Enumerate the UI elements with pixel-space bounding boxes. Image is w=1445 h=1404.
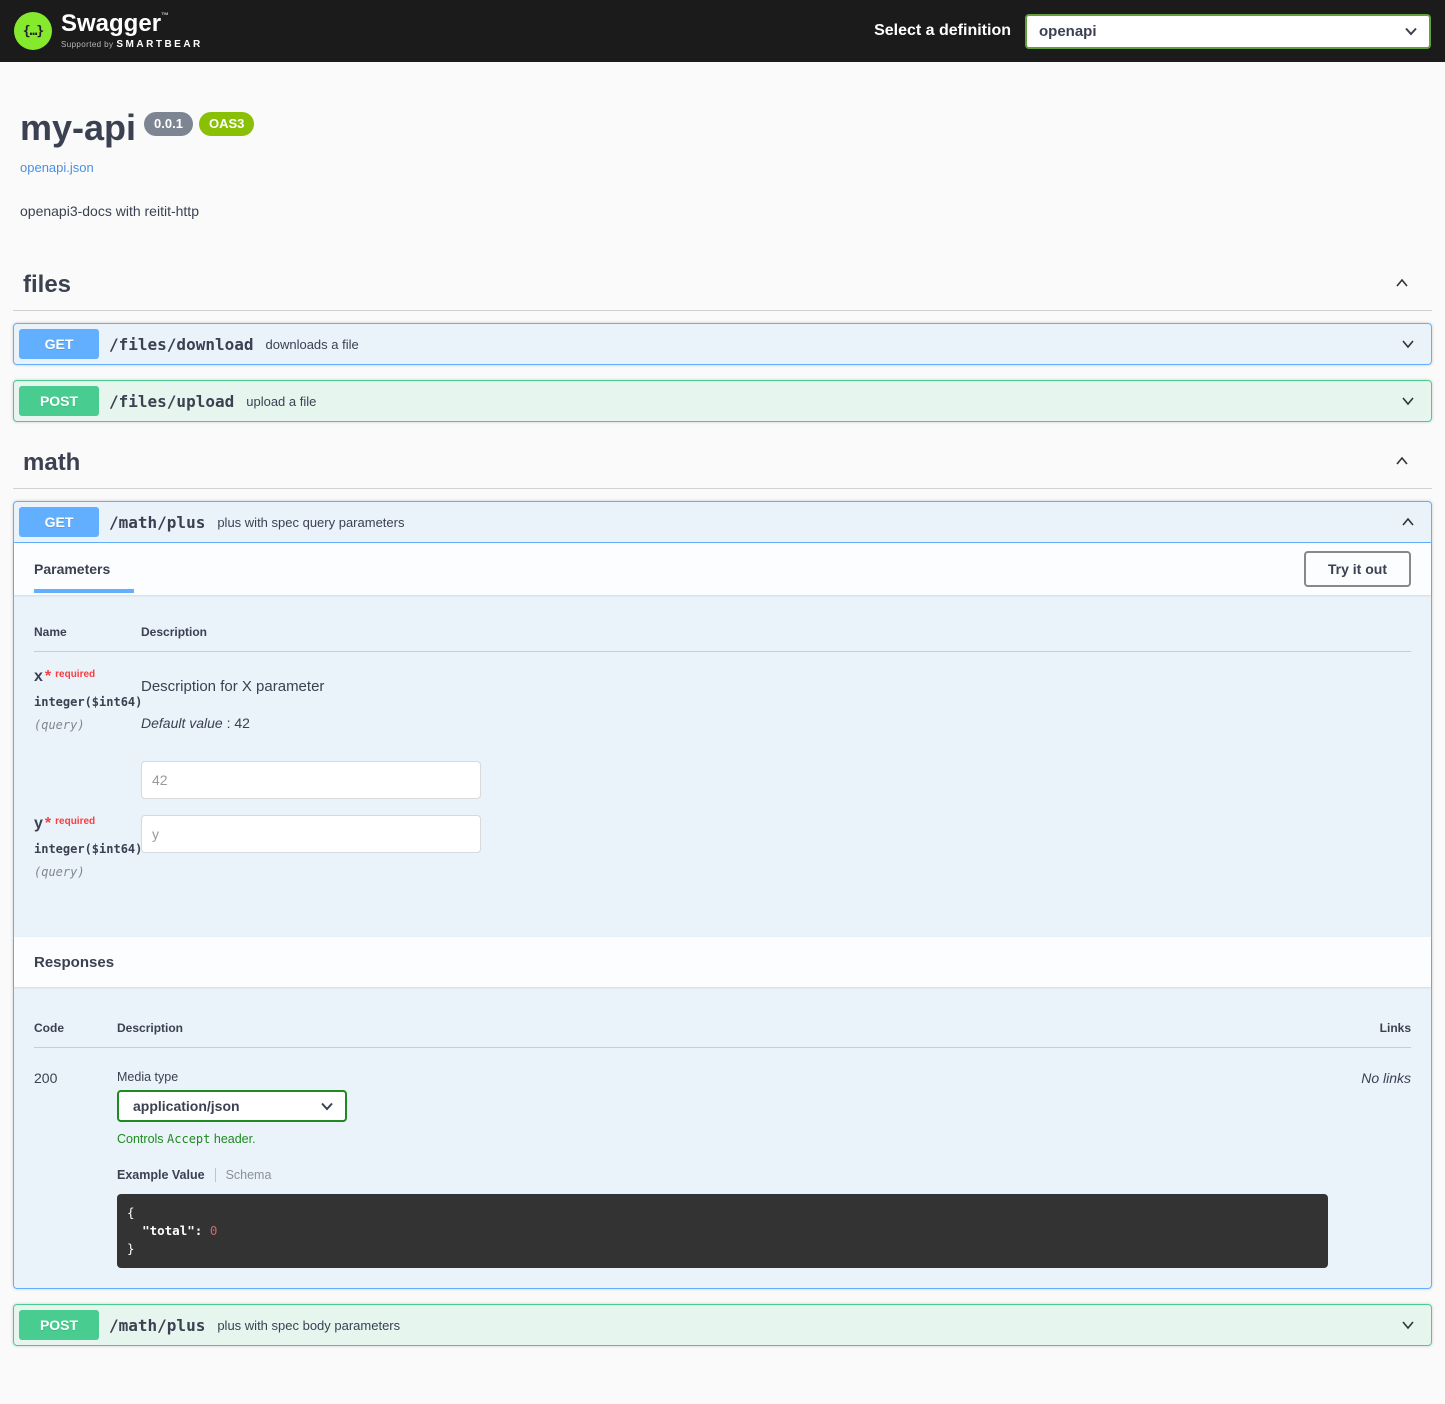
name-column-header: Name [34, 625, 141, 639]
parameter-row-y: y*required integer($int64) (query) [34, 799, 1411, 879]
operation-summary-text: downloads a file [266, 337, 359, 352]
method-badge-get: GET [19, 329, 99, 359]
tab-example-value[interactable]: Example Value [117, 1168, 216, 1182]
tag-section-files: files GET /files/download downloads a fi… [13, 259, 1432, 422]
chevron-up-icon [1392, 451, 1412, 474]
tag-title: math [23, 449, 80, 477]
tag-header-files[interactable]: files [13, 259, 1432, 311]
parameters-container: Name Description x*required integer($int… [14, 595, 1431, 937]
response-code: 200 [34, 1070, 117, 1268]
media-type-select[interactable]: application/json [117, 1090, 347, 1122]
description-column-header: Description [117, 1021, 1328, 1035]
chevron-down-icon[interactable] [1390, 334, 1426, 354]
operation-path-link[interactable]: /files/upload [109, 392, 234, 411]
tag-section-math: math GET /math/plus plus with spec query… [13, 437, 1432, 1346]
description-column-header: Description [141, 625, 1411, 639]
select-definition-label: Select a definition [874, 22, 1011, 40]
code-column-header: Code [34, 1021, 117, 1035]
responses-table-header: Code Description Links [34, 1007, 1411, 1048]
collapse-section-button[interactable] [1382, 447, 1422, 478]
chevron-down-icon[interactable] [1390, 1315, 1426, 1335]
parameters-section-header: Parameters Try it out [14, 543, 1431, 595]
links-column-header: Links [1328, 1021, 1411, 1035]
parameter-row-x: x*required integer($int64) (query) Descr… [34, 652, 1411, 799]
operation-summary[interactable]: GET /math/plus plus with spec query para… [14, 502, 1431, 543]
operation-path-link[interactable]: /files/download [109, 335, 254, 354]
topbar: {…} Swagger™ Supported bySMARTBEAR Selec… [0, 0, 1445, 62]
model-example-tabs: Example Value Schema [117, 1168, 1328, 1182]
operation-summary-text: plus with spec body parameters [217, 1318, 400, 1333]
opblock-get-files-download: GET /files/download downloads a file [13, 323, 1432, 365]
swagger-logo-text: Swagger™ [61, 12, 203, 36]
parameter-location: (query) [34, 865, 141, 879]
opblock-get-math-plus: GET /math/plus plus with spec query para… [13, 501, 1432, 1289]
try-it-out-button[interactable]: Try it out [1304, 551, 1411, 587]
parameter-y-input[interactable] [141, 815, 481, 853]
operation-summary[interactable]: POST /files/upload upload a file [14, 381, 1431, 421]
smartbear-tagline: Supported bySMARTBEAR [61, 39, 203, 50]
operation-summary[interactable]: GET /files/download downloads a file [14, 324, 1431, 364]
response-row-200: 200 Media type application/json [34, 1048, 1411, 1268]
spec-url-link[interactable]: openapi.json [20, 160, 94, 175]
required-asterisk: * [45, 668, 51, 685]
definition-selector: Select a definition openapi [874, 14, 1431, 49]
controls-accept-header-note: Controls Accept header. [117, 1132, 1328, 1146]
tab-parameters: Parameters [34, 561, 110, 577]
required-asterisk: * [45, 815, 51, 832]
chevron-down-icon[interactable] [1390, 391, 1426, 411]
responses-container: Code Description Links 200 Media type ap… [14, 987, 1431, 1288]
response-links: No links [1328, 1070, 1411, 1268]
required-label: required [55, 816, 95, 827]
api-info: my-api 0.0.1 OAS3 openapi.json openapi3-… [20, 110, 1425, 219]
chevron-up-icon [1392, 273, 1412, 296]
swagger-logo[interactable]: {…} Swagger™ Supported bySMARTBEAR [14, 12, 203, 50]
parameter-location: (query) [34, 718, 141, 732]
collapse-section-button[interactable] [1382, 269, 1422, 300]
definition-select[interactable]: openapi [1025, 14, 1431, 49]
operation-summary-text: plus with spec query parameters [217, 515, 404, 530]
operation-summary[interactable]: POST /math/plus plus with spec body para… [14, 1305, 1431, 1345]
parameter-type: integer($int64) [34, 695, 141, 709]
responses-section-header: Responses [14, 937, 1431, 987]
tag-title: files [23, 271, 71, 299]
parameter-description: Description for X parameter [141, 678, 1411, 695]
page-title: my-api 0.0.1 OAS3 [20, 110, 1425, 146]
trademark-mark: ™ [161, 11, 169, 20]
parameter-default-value: Default value : 42 [141, 715, 1411, 731]
method-badge-post: POST [19, 386, 99, 416]
chevron-up-icon[interactable] [1390, 512, 1426, 532]
parameter-type: integer($int64) [34, 842, 141, 856]
version-badge: 0.0.1 [144, 112, 193, 136]
operation-summary-text: upload a file [246, 394, 316, 409]
parameter-name: y*required [34, 815, 141, 833]
parameters-table-header: Name Description [34, 617, 1411, 652]
opblock-post-files-upload: POST /files/upload upload a file [13, 380, 1432, 422]
tab-schema[interactable]: Schema [216, 1168, 272, 1182]
required-label: required [55, 669, 95, 680]
oas3-badge: OAS3 [199, 112, 254, 136]
operation-path-link[interactable]: /math/plus [109, 1316, 205, 1335]
opblock-post-math-plus: POST /math/plus plus with spec body para… [13, 1304, 1432, 1346]
api-description: openapi3-docs with reitit-http [20, 203, 1425, 219]
example-value-code-block: { "total": 0 } [117, 1194, 1328, 1268]
operation-path-link[interactable]: /math/plus [109, 513, 205, 532]
tag-header-math[interactable]: math [13, 437, 1432, 489]
responses-title: Responses [34, 954, 114, 971]
media-type-label: Media type [117, 1070, 1328, 1084]
method-badge-post: POST [19, 1310, 99, 1340]
swagger-logo-icon: {…} [14, 12, 52, 50]
method-badge-get: GET [19, 507, 99, 537]
parameter-name: x*required [34, 668, 141, 686]
parameter-x-input[interactable] [141, 761, 481, 799]
